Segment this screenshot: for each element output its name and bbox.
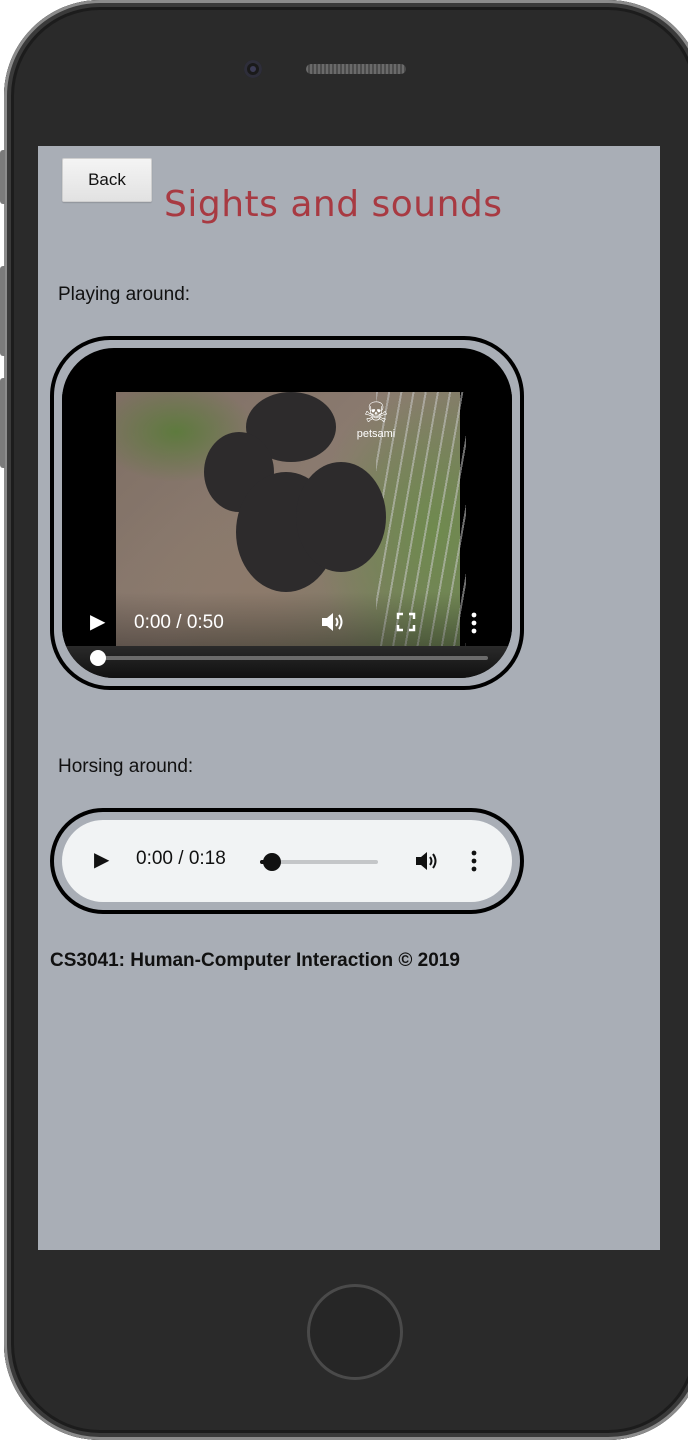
footer-copyright: CS3041: Human-Computer Interaction © 201… [50, 950, 460, 971]
goat-shape [296, 462, 386, 572]
video-player[interactable]: ☠ petsami ▶ 0:00 / 0:50 [62, 348, 512, 678]
petsami-watermark: ☠ petsami [346, 397, 406, 441]
cat-logo-icon: ☠ [363, 397, 389, 428]
video-progress-handle[interactable] [89, 650, 106, 666]
video-time: 0:00 / 0:50 [134, 612, 224, 633]
page-title: Sights and sounds [164, 184, 503, 225]
watermark-text: petsami [356, 428, 396, 440]
video-section-label: Playing around: [58, 284, 191, 305]
video-controls: ▶ 0:00 / 0:50 [62, 592, 512, 646]
front-camera [244, 60, 262, 78]
audio-section-label: Horsing around: [58, 756, 194, 777]
video-frame: ☠ petsami ▶ 0:00 / 0:50 [50, 336, 524, 690]
video-display[interactable]: ☠ petsami ▶ 0:00 / 0:50 [62, 392, 512, 646]
volume-up-button[interactable] [0, 266, 5, 356]
screen: Back Sights and sounds Playing around: ☠… [38, 146, 660, 1250]
more-options-icon[interactable] [470, 850, 478, 876]
audio-frame: ▶ 0:00 / 0:18 [50, 808, 524, 914]
audio-time: 0:00 / 0:18 [136, 848, 226, 869]
video-timeline [62, 646, 512, 678]
audio-player[interactable]: ▶ 0:00 / 0:18 [62, 820, 512, 902]
play-icon[interactable]: ▶ [94, 850, 109, 870]
earpiece-speaker [306, 64, 406, 74]
volume-icon[interactable] [320, 610, 346, 638]
video-progress-track[interactable] [90, 656, 488, 660]
fullscreen-icon[interactable] [396, 612, 416, 636]
home-button[interactable] [307, 1284, 403, 1380]
audio-progress-handle[interactable] [262, 853, 281, 871]
volume-down-button[interactable] [0, 378, 5, 468]
back-button[interactable]: Back [62, 158, 152, 202]
mute-switch[interactable] [0, 150, 5, 204]
more-options-icon[interactable] [470, 612, 478, 638]
play-icon[interactable]: ▶ [90, 612, 105, 632]
volume-icon[interactable] [414, 849, 440, 877]
